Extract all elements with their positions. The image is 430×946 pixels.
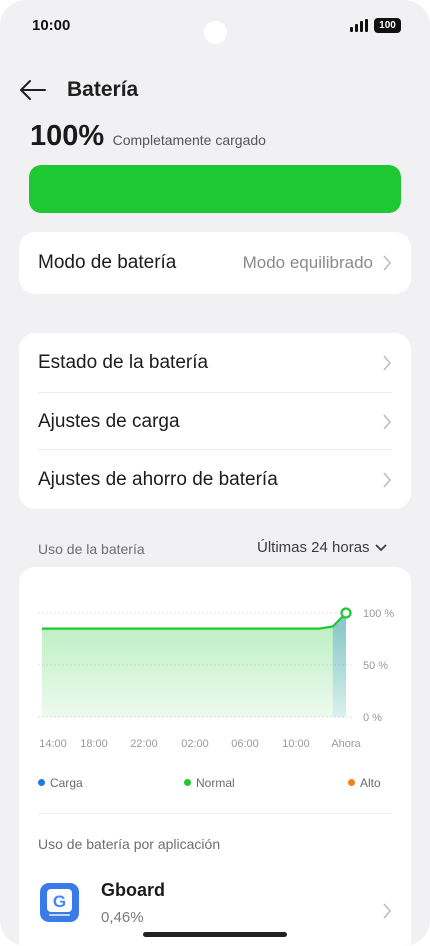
legend-normal: Normal <box>184 776 235 790</box>
app-name: Gboard <box>101 880 166 900</box>
x-tick-label: Ahora <box>331 738 361 750</box>
series-line <box>42 612 347 630</box>
legend-label: Carga <box>50 776 83 790</box>
battery-percent: 100% <box>30 120 105 152</box>
chevron-right-icon <box>383 255 392 271</box>
battery-mode-row[interactable]: Modo de batería Modo equilibrado <box>19 232 411 294</box>
battery-icon: 100 <box>374 18 401 33</box>
x-tick-label: 06:00 <box>231 738 259 750</box>
area-charging <box>332 613 346 717</box>
gboard-icon: G <box>40 883 79 922</box>
battery-mode-value: Modo equilibrado <box>242 253 373 272</box>
x-tick-label: 18:00 <box>80 738 108 750</box>
arrow-left-icon[interactable] <box>18 78 48 102</box>
chevron-right-icon <box>383 413 392 430</box>
chevron-right-icon <box>383 903 392 919</box>
y-tick-label: 100 % <box>363 608 394 620</box>
svg-text:G: G <box>53 892 66 911</box>
menu-item-label: Ajustes de carga <box>38 410 180 432</box>
legend-high: Alto <box>348 776 381 790</box>
current-point <box>340 607 352 619</box>
battery-level-bar <box>29 165 401 213</box>
y-tick-label: 50 % <box>363 660 388 672</box>
battery-menu-card: Estado de la batería Ajustes de carga Aj… <box>19 333 411 509</box>
page-title: Batería <box>67 78 139 101</box>
range-dropdown[interactable]: Últimas 24 horas <box>257 539 370 556</box>
divider <box>38 813 392 814</box>
battery-usage-chart: 100 % 50 % 0 % 14:00 18:00 22:00 02:00 06:00 10:… <box>38 607 394 750</box>
chevron-down-icon[interactable] <box>374 543 388 553</box>
home-indicator[interactable] <box>143 932 287 937</box>
status-bar: 10:00 100 <box>0 0 430 52</box>
usage-chart-card: 100 % 50 % 0 % 14:00 18:00 22:00 02:00 06:00 10:… <box>19 567 411 946</box>
chevron-right-icon <box>383 471 392 488</box>
legend-label: Normal <box>196 776 235 790</box>
app-usage-value: 0,46% <box>101 909 144 926</box>
page-header: Batería <box>0 70 430 110</box>
legend-dot <box>348 779 355 786</box>
battery-percent-row: 100% Completamente cargado <box>30 120 266 160</box>
chevron-right-icon <box>383 355 392 371</box>
camera-cutout <box>204 21 227 44</box>
battery-status: Completamente cargado <box>112 132 266 148</box>
x-tick-label: 14:00 <box>39 738 67 750</box>
status-time: 10:00 <box>32 17 71 34</box>
phone-screen: 10:00 100 Batería 100% Completamente car… <box>0 0 430 946</box>
app-usage-section-label: Uso de batería por aplicación <box>38 836 221 852</box>
signal-icon <box>350 19 370 32</box>
y-tick-label: 0 % <box>363 712 382 724</box>
usage-section-label: Uso de la batería <box>38 541 145 557</box>
legend-label: Alto <box>360 776 381 790</box>
battery-mode-label: Modo de batería <box>38 252 177 273</box>
battery-mode-card[interactable]: Modo de batería Modo equilibrado <box>19 232 411 294</box>
legend-dot <box>184 779 191 786</box>
legend-charging: Carga <box>38 776 83 790</box>
x-tick-label: 10:00 <box>282 738 310 750</box>
menu-item-battery-status[interactable]: Estado de la batería <box>19 333 411 393</box>
x-tick-label: 22:00 <box>130 738 158 750</box>
battery-level-fill <box>29 165 401 213</box>
menu-item-saver-settings[interactable]: Ajustes de ahorro de batería <box>19 450 411 509</box>
x-tick-label: 02:00 <box>181 738 209 750</box>
legend-dot <box>38 779 45 786</box>
menu-item-label: Ajustes de ahorro de batería <box>38 468 278 490</box>
menu-item-label: Estado de la batería <box>38 352 209 373</box>
menu-item-charging-settings[interactable]: Ajustes de carga <box>19 393 411 450</box>
